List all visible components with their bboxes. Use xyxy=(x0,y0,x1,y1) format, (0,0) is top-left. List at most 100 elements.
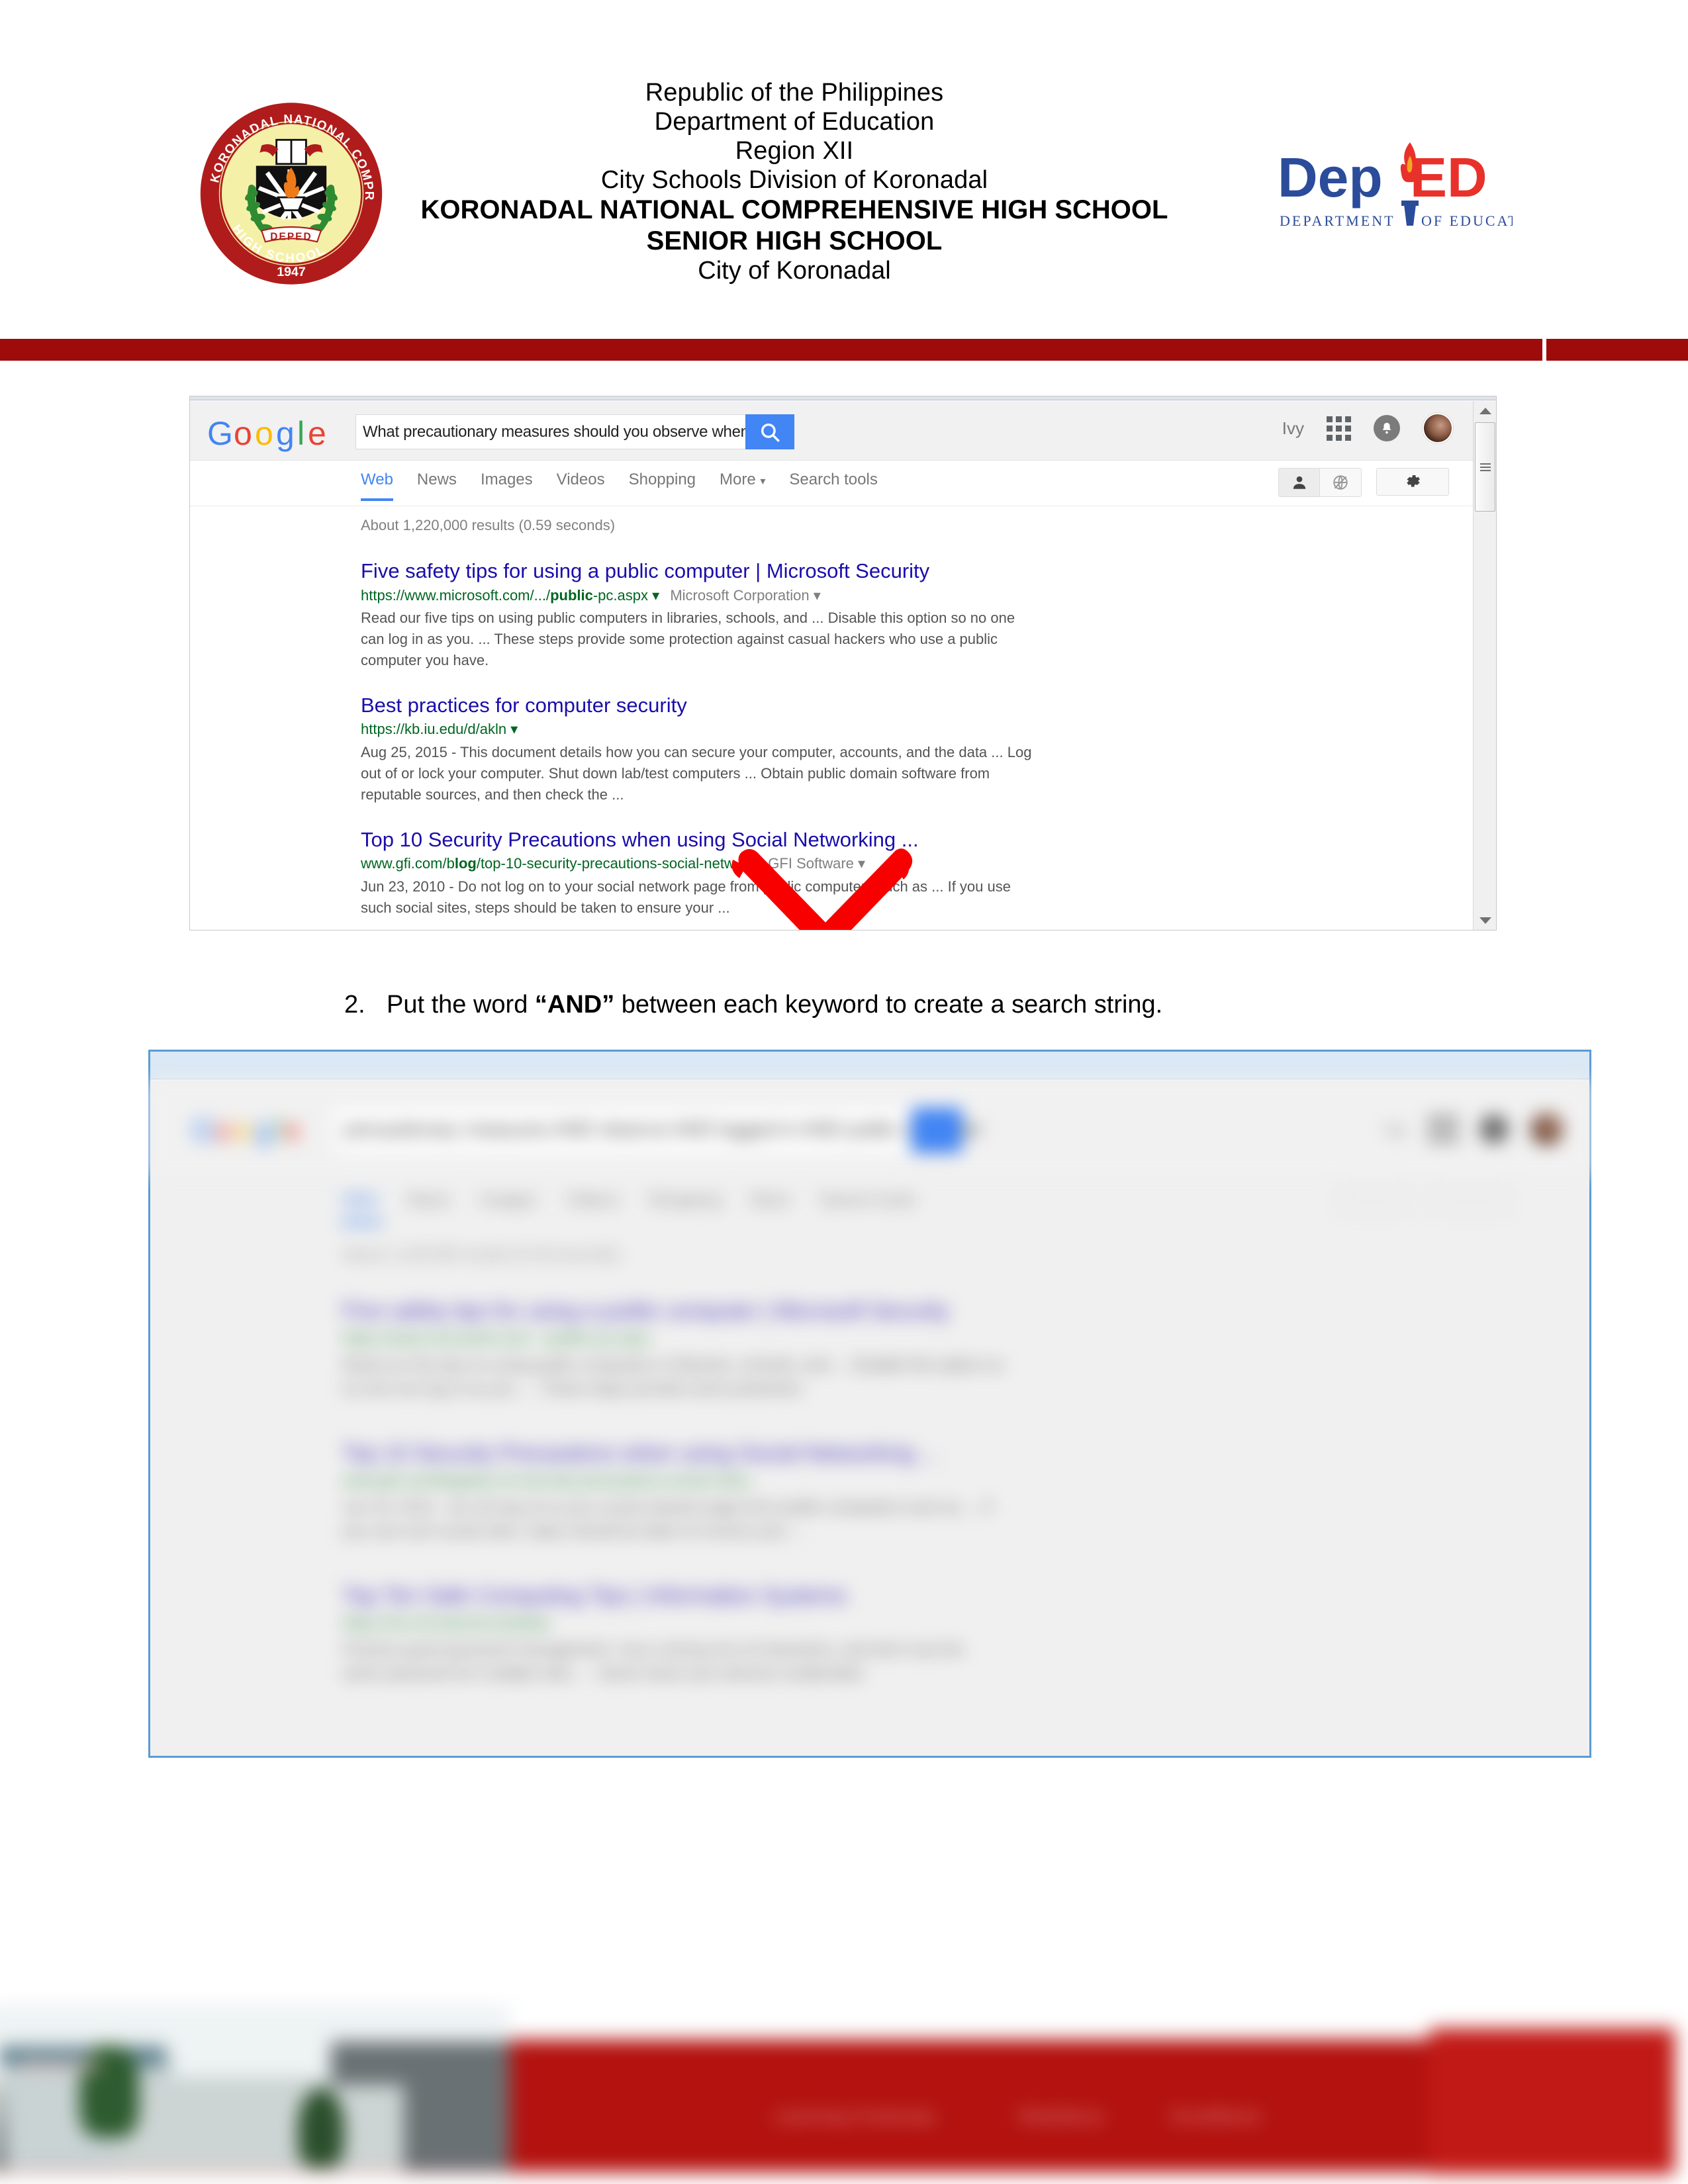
screenshot2-result-item: Five safety tips for using a public comp… xyxy=(342,1298,1004,1401)
chevron-down-icon[interactable]: ▾ xyxy=(750,855,757,872)
google-search-screenshot-1: G o o g l e What precautionary measures … xyxy=(189,396,1497,931)
google-logo[interactable]: G o o g l e xyxy=(207,416,330,453)
browser-chrome-strip xyxy=(190,396,1496,400)
search-toolbar xyxy=(1278,468,1449,497)
result-title[interactable]: Top 10 Security Precautions when using S… xyxy=(361,828,1036,852)
footer-caption-2: Resiliency xyxy=(1019,2106,1105,2126)
letterhead-school-level: SENIOR HIGH SCHOOL xyxy=(646,226,943,255)
screenshot2-result-title: Top 10 Security Precautions when using S… xyxy=(342,1441,939,1466)
google-header: G o o g l e What precautionary measures … xyxy=(190,401,1473,461)
step-instruction-2: 2. Put the word “AND” between each keywor… xyxy=(344,991,1470,1019)
tab-web-label: Web xyxy=(361,471,393,488)
letterhead-line-department: Department of Education xyxy=(654,108,935,136)
screenshot2-browser-chrome xyxy=(150,1052,1589,1079)
settings-button[interactable] xyxy=(1376,468,1449,496)
letterhead-line-republic: Republic of the Philippines xyxy=(645,79,944,107)
result-url[interactable]: https://kb.iu.edu/d/akln ▾ xyxy=(361,720,1036,739)
tab-videos-label: Videos xyxy=(556,471,605,488)
tab-news-label: News xyxy=(416,471,457,488)
screenshot2-tab-more: More xyxy=(751,1189,790,1209)
scrollbar-thumb[interactable] xyxy=(1475,422,1495,512)
svg-text:DEPED: DEPED xyxy=(270,232,312,243)
tab-shopping[interactable]: Shopping xyxy=(629,471,696,498)
search-bar[interactable]: What precautionary measures should you o… xyxy=(355,414,794,449)
footer-caption-left: KNCHS xyxy=(20,2053,100,2078)
svg-text:o: o xyxy=(255,416,273,452)
tab-images[interactable]: Images xyxy=(481,471,533,498)
deped-logo-dep: Dep xyxy=(1278,146,1383,208)
person-view-button[interactable] xyxy=(1279,469,1320,496)
svg-text:o: o xyxy=(235,1113,252,1147)
screenshot2-tab-search-tools: Search tools xyxy=(820,1189,915,1209)
footer-caption-3: Excellence xyxy=(1172,2106,1262,2126)
deped-logo-tagline: DEPARTMENT xyxy=(1280,212,1395,229)
screenshot2-result-title: Five safety tips for using a public comp… xyxy=(342,1298,949,1324)
search-input[interactable]: What precautionary measures should you o… xyxy=(355,414,745,449)
result-url-part2: -pc.aspx xyxy=(592,586,649,604)
tab-search-tools[interactable]: Search tools xyxy=(789,471,877,498)
screenshot2-result-snippet: Jun 23, 2010 - Do not log on to your soc… xyxy=(342,1498,992,1540)
result-title[interactable]: Best practices for computer security xyxy=(361,694,1036,718)
search-button[interactable] xyxy=(745,414,794,449)
page-footer: KNCHS Learning Continuity Resiliency Exc… xyxy=(0,1992,1688,2184)
screenshot2-body: G o o g l e precautionary measures AND o… xyxy=(150,1080,1589,1756)
scroll-up-arrow[interactable] xyxy=(1474,401,1496,421)
result-site-name: Microsoft Corporation ▾ xyxy=(670,586,821,604)
apps-grid-icon xyxy=(1429,1115,1457,1143)
letterhead-red-rule-right xyxy=(1546,339,1688,361)
svg-text:g: g xyxy=(255,1113,272,1147)
screenshot2-account-area: Ivy xyxy=(1385,1113,1563,1145)
chevron-down-icon: ▾ xyxy=(760,476,766,487)
result-url-bold: public xyxy=(550,586,593,604)
step-emphasis-and: “AND” xyxy=(534,991,615,1019)
search-nav-bar: Web News Images Videos Shopping More ▾ S… xyxy=(190,461,1473,506)
tab-web[interactable]: Web xyxy=(361,471,393,501)
footer-campus-photo xyxy=(0,2005,510,2171)
gear-icon xyxy=(1407,475,1420,487)
tab-more[interactable]: More ▾ xyxy=(720,471,765,498)
globe-slash-icon xyxy=(1333,475,1348,490)
screenshot2-settings-button xyxy=(1430,1183,1510,1214)
tab-news[interactable]: News xyxy=(417,471,457,498)
globe-view-button[interactable] xyxy=(1320,469,1361,496)
notifications-bell-icon[interactable] xyxy=(1374,415,1400,441)
screenshot2-result-stats: About 1,240,000 results (0.48 seconds) xyxy=(342,1246,620,1263)
result-snippet: Read our five tips on using public compu… xyxy=(361,610,1015,668)
account-name[interactable]: Ivy xyxy=(1282,418,1304,439)
letterhead-line-division: City Schools Division of Koronadal xyxy=(600,166,988,195)
tab-videos[interactable]: Videos xyxy=(557,471,605,498)
screenshot2-account-name: Ivy xyxy=(1384,1118,1407,1139)
chevron-down-icon[interactable]: ▾ xyxy=(652,587,659,604)
footer-blurred-content: KNCHS Learning Continuity Resiliency Exc… xyxy=(0,1992,1688,2184)
screenshot2-result-url: https://ist.mit.edu/security/tips xyxy=(342,1614,551,1632)
search-result-item: Top 10 Security Precautions when using S… xyxy=(361,828,1036,919)
result-url-part2: /top-10-security-precautions-social-netw… xyxy=(476,855,746,872)
result-url-part1: https://kb.iu.edu/d/akln xyxy=(361,721,507,738)
result-url-bold: log xyxy=(454,855,477,872)
result-title[interactable]: Five safety tips for using a public comp… xyxy=(361,559,1036,584)
google-search-screenshot-2: G o o g l e precautionary measures AND o… xyxy=(148,1050,1591,1758)
tab-search-tools-label: Search tools xyxy=(789,471,878,488)
step-number: 2. xyxy=(344,991,365,1019)
screenshot2-tab-web: Web xyxy=(342,1189,377,1209)
account-area: Ivy xyxy=(1282,413,1453,443)
result-url[interactable]: https://www.microsoft.com/.../public-pc.… xyxy=(361,586,1036,606)
svg-text:l: l xyxy=(297,416,305,452)
screenshot2-tab-images: Images xyxy=(480,1189,537,1209)
user-avatar[interactable] xyxy=(1423,413,1453,443)
result-url-part1: www.gfi.com/b xyxy=(361,855,455,872)
person-icon xyxy=(1293,476,1305,489)
apps-grid-icon[interactable] xyxy=(1327,416,1351,441)
scroll-down-arrow[interactable] xyxy=(1474,911,1496,930)
letterhead-text: Republic of the Philippines Department o… xyxy=(331,78,1258,285)
footer-red-band-right xyxy=(1430,2028,1675,2174)
svg-text:e: e xyxy=(284,1113,301,1147)
svg-text:1947: 1947 xyxy=(277,265,306,279)
user-avatar xyxy=(1531,1113,1563,1145)
chevron-down-icon[interactable]: ▾ xyxy=(510,721,518,737)
screenshot2-result-snippet: Practice good password management. Use a… xyxy=(342,1641,964,1682)
letterhead-city: City of Koronadal xyxy=(698,257,891,285)
result-url[interactable]: www.gfi.com/blog/top-10-security-precaut… xyxy=(361,854,1036,874)
vertical-scrollbar[interactable] xyxy=(1473,401,1496,930)
deped-logo-ed: ED xyxy=(1410,146,1487,208)
